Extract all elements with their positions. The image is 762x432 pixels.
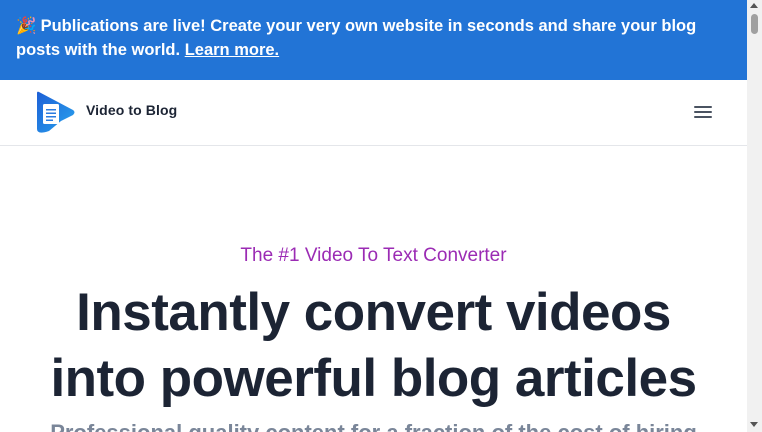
headline-line-2: into powerful blog articles (50, 349, 697, 408)
party-popper-icon: 🎉 (16, 17, 37, 35)
scrollbar-thumb[interactable] (751, 14, 758, 34)
menu-bar (694, 116, 712, 118)
learn-more-link[interactable]: Learn more. (185, 41, 279, 59)
brand-name[interactable]: Video to Blog (86, 102, 177, 118)
vertical-scrollbar[interactable] (747, 0, 762, 432)
headline-line-1: Instantly convert videos (76, 283, 671, 342)
hero-headline: Instantly convert videos into powerful b… (0, 280, 747, 412)
scroll-down-arrow-icon[interactable] (750, 422, 758, 427)
menu-bar (694, 106, 712, 108)
hero-subhead: Professional quality content for a fract… (0, 420, 747, 432)
hamburger-menu-icon[interactable] (690, 104, 716, 124)
hero-eyebrow: The #1 Video To Text Converter (240, 245, 507, 266)
scroll-up-arrow-icon[interactable] (750, 3, 758, 8)
page-viewport: 🎉 Publications are live! Create your ver… (0, 0, 747, 432)
announcement-banner: 🎉 Publications are live! Create your ver… (0, 0, 747, 80)
video-to-blog-logo[interactable] (33, 91, 77, 135)
site-header: Video to Blog (0, 80, 747, 146)
banner-text: Publications are live! Create your very … (16, 17, 697, 59)
menu-bar (694, 111, 712, 113)
